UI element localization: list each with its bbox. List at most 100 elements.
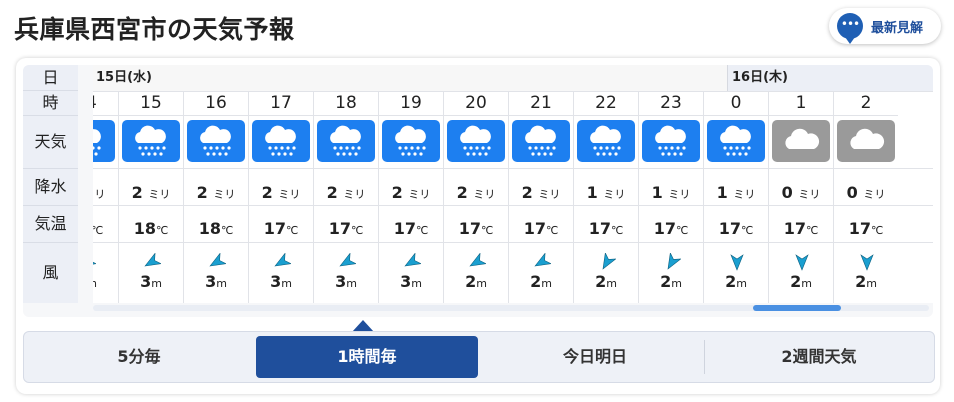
wind-direction-icon [209,253,226,267]
hour-column: 1 0 ミリ 17℃ 2m [768,91,833,303]
cloudy-icon [772,120,830,162]
row-label-temp: 気温 [23,206,78,243]
rain-icon [317,120,375,162]
temperature: 17℃ [588,219,624,238]
hour-label: 16 [184,91,248,116]
rain-amount: 2 ミリ [196,183,236,202]
latest-outlook-button[interactable]: ••• 最新見解 [829,8,941,44]
tab-today-tomorrow[interactable]: 今日明日 [484,336,706,378]
hour-column: 15 2 ミリ 18℃ 3m [118,91,183,303]
row-label-weather: 天気 [23,116,78,169]
hour-column: 17 2 ミリ 17℃ 3m [248,91,313,303]
row-label-wind: 風 [42,263,59,282]
wind-direction-icon [860,254,874,271]
wind-speed: 2m [660,272,682,291]
wind-direction-icon [795,254,809,271]
rain-amount: 0 ミリ [846,183,886,202]
rain-amount: 2 ミリ [391,183,431,202]
temperature: 17℃ [393,219,429,238]
hour-column: 21 2 ミリ 17℃ 2m [508,91,573,303]
temperature: 17℃ [783,219,819,238]
hour-column: 2 0 ミリ 17℃ 2m [833,91,898,303]
hour-label: 23 [639,91,703,116]
rain-amount: 2 ミリ [93,188,106,201]
horizontal-scrollbar[interactable] [93,305,929,311]
view-tabs: 5分毎 1時間毎 今日明日 2週間天気 [23,331,935,383]
wind-direction-icon [404,253,421,267]
row-label-rain: 降水 [23,169,78,206]
wind-speed: 2m [595,272,617,291]
row-label-date: 日 [23,65,78,91]
row-label-hour: 時 [23,91,78,116]
tab-hourly[interactable]: 1時間毎 [256,336,478,378]
wind-speed: 2m [855,272,877,291]
rain-icon [382,120,440,162]
wind-speed: 3m [400,272,422,291]
rain-amount: 2 ミリ [521,183,561,202]
hour-column: 20 2 ミリ 17℃ 2m [443,91,508,303]
hour-column: 22 1 ミリ 17℃ 2m [573,91,638,303]
hour-label: 2 [834,91,898,116]
wind-speed: 2m [465,272,487,291]
latest-outlook-label: 最新見解 [871,20,924,36]
page-title: 兵庫県西宮市の天気予報 [14,15,295,44]
rain-amount: 2 ミリ [261,183,301,202]
hour-column: 19 2 ミリ 17℃ 3m [378,91,443,303]
temperature: 18℃ [133,219,169,238]
rain-icon [577,120,635,162]
wind-direction-icon [93,253,96,267]
hourly-table: 日 時 天気 降水 気温 風 15日(水) 16日(木) 14 2 ミリ 18℃ 3m… [23,65,933,317]
rain-icon [512,120,570,162]
temperature: 17℃ [328,219,364,238]
rain-icon [642,120,700,162]
wind-speed: 2m [790,272,812,291]
rain-icon [707,120,765,162]
rain-amount: 2 ミリ [326,183,366,202]
temperature: 18℃ [198,219,234,238]
temperature: 17℃ [523,219,559,238]
date-label-tomorrow: 16日(木) [727,65,933,91]
wind-direction-icon [534,253,551,267]
wind-direction-icon [144,253,161,267]
hour-label: 14 [93,91,118,116]
wind-speed: 3m [335,272,357,291]
hour-column: 18 2 ミリ 17℃ 3m [313,91,378,303]
temperature: 17℃ [263,219,299,238]
date-row: 15日(水) 16日(木) [93,65,933,92]
wind-speed: 2m [530,272,552,291]
rain-icon [93,120,115,162]
row-labels: 日 時 天気 降水 気温 風 [23,65,78,303]
wind-direction-icon [274,253,291,267]
hour-label: 17 [249,91,313,116]
hour-column: 23 1 ミリ 17℃ 2m [638,91,703,303]
rain-amount: 2 ミリ [131,183,171,202]
wind-direction-icon [469,253,486,267]
wind-direction-icon [339,253,356,267]
speech-bubble-icon: ••• [837,13,863,44]
tab-5min[interactable]: 5分毎 [28,336,250,378]
rain-amount: 2 ミリ [456,183,496,202]
hour-label: 18 [314,91,378,116]
rain-icon [122,120,180,162]
wind-speed: 3m [270,272,292,291]
temperature: 17℃ [718,219,754,238]
wind-direction-icon [730,254,744,271]
rain-amount: 1 ミリ [586,183,626,202]
hour-label: 0 [704,91,768,116]
wind-direction-icon [667,253,681,270]
hour-label: 22 [574,91,638,116]
temperature: 17℃ [653,219,689,238]
hour-column: 0 1 ミリ 17℃ 2m [703,91,768,303]
rain-amount: 0 ミリ [781,183,821,202]
date-label-today: 15日(水) [96,70,152,85]
hour-label: 19 [379,91,443,116]
cloudy-icon [837,120,895,162]
hourly-scroller[interactable]: 15日(水) 16日(木) 14 2 ミリ 18℃ 3m 15 2 ミリ 18℃ 3m 16 2 … [93,65,933,303]
rain-icon [447,120,505,162]
rain-amount: 1 ミリ [716,183,756,202]
wind-speed: 3m [140,272,162,291]
rain-icon [252,120,310,162]
scrollbar-thumb[interactable] [753,305,841,311]
wind-speed: 3m [93,272,118,291]
tab-2weeks[interactable]: 2週間天気 [708,336,930,378]
